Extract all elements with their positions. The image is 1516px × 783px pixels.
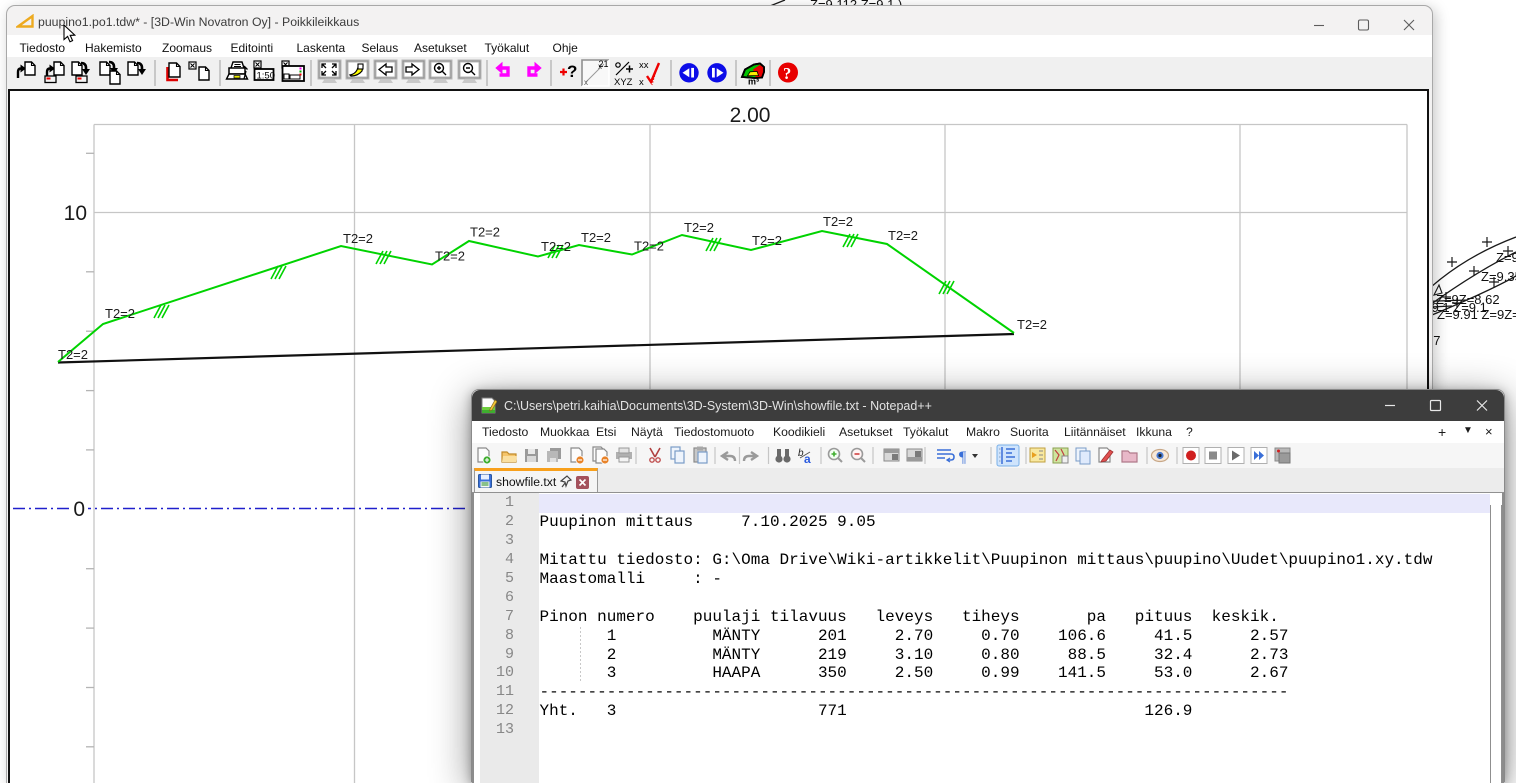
svg-text:T2=2: T2=2 <box>1017 317 1047 332</box>
svg-text:?: ? <box>567 62 577 81</box>
svg-text:Z=9: Z=9 <box>1496 250 1516 265</box>
svg-text:21: 21 <box>599 59 609 69</box>
svg-text:1:50: 1:50 <box>257 71 276 82</box>
svg-text:T2=2: T2=2 <box>541 239 571 254</box>
svg-text:m³: m³ <box>748 77 759 87</box>
svg-text:T2=2: T2=2 <box>684 220 714 235</box>
svg-text:0: 0 <box>73 498 85 521</box>
svg-text:T2=2: T2=2 <box>470 225 500 240</box>
svg-text:T2=2: T2=2 <box>343 231 373 246</box>
svg-text:x: x <box>584 78 588 87</box>
svg-text:T2=2: T2=2 <box>105 306 135 321</box>
svg-text:T2=2: T2=2 <box>581 230 611 245</box>
svg-text:2.00: 2.00 <box>730 104 771 127</box>
svg-text:T2=2: T2=2 <box>634 239 664 254</box>
svg-text:?: ? <box>783 64 791 83</box>
svg-text:10: 10 <box>64 202 87 225</box>
svg-text:T2=2: T2=2 <box>58 347 88 362</box>
svg-text:T2=2: T2=2 <box>435 249 465 264</box>
svg-text:x: x <box>639 77 644 88</box>
svg-text:T2=2: T2=2 <box>888 228 918 243</box>
svg-text:T2=2: T2=2 <box>823 214 853 229</box>
svg-text:T2=2: T2=2 <box>752 233 782 248</box>
svg-text:a: a <box>804 452 811 466</box>
svg-text:XYZ: XYZ <box>614 77 633 88</box>
svg-text:Z=9.91 Z=9Z=8.62: Z=9.91 Z=9Z=8.62 <box>1437 307 1516 322</box>
svg-text:xx: xx <box>639 60 649 71</box>
svg-text:Z=9.35: Z=9.35 <box>1481 269 1516 284</box>
svg-text:¶: ¶ <box>959 449 967 466</box>
